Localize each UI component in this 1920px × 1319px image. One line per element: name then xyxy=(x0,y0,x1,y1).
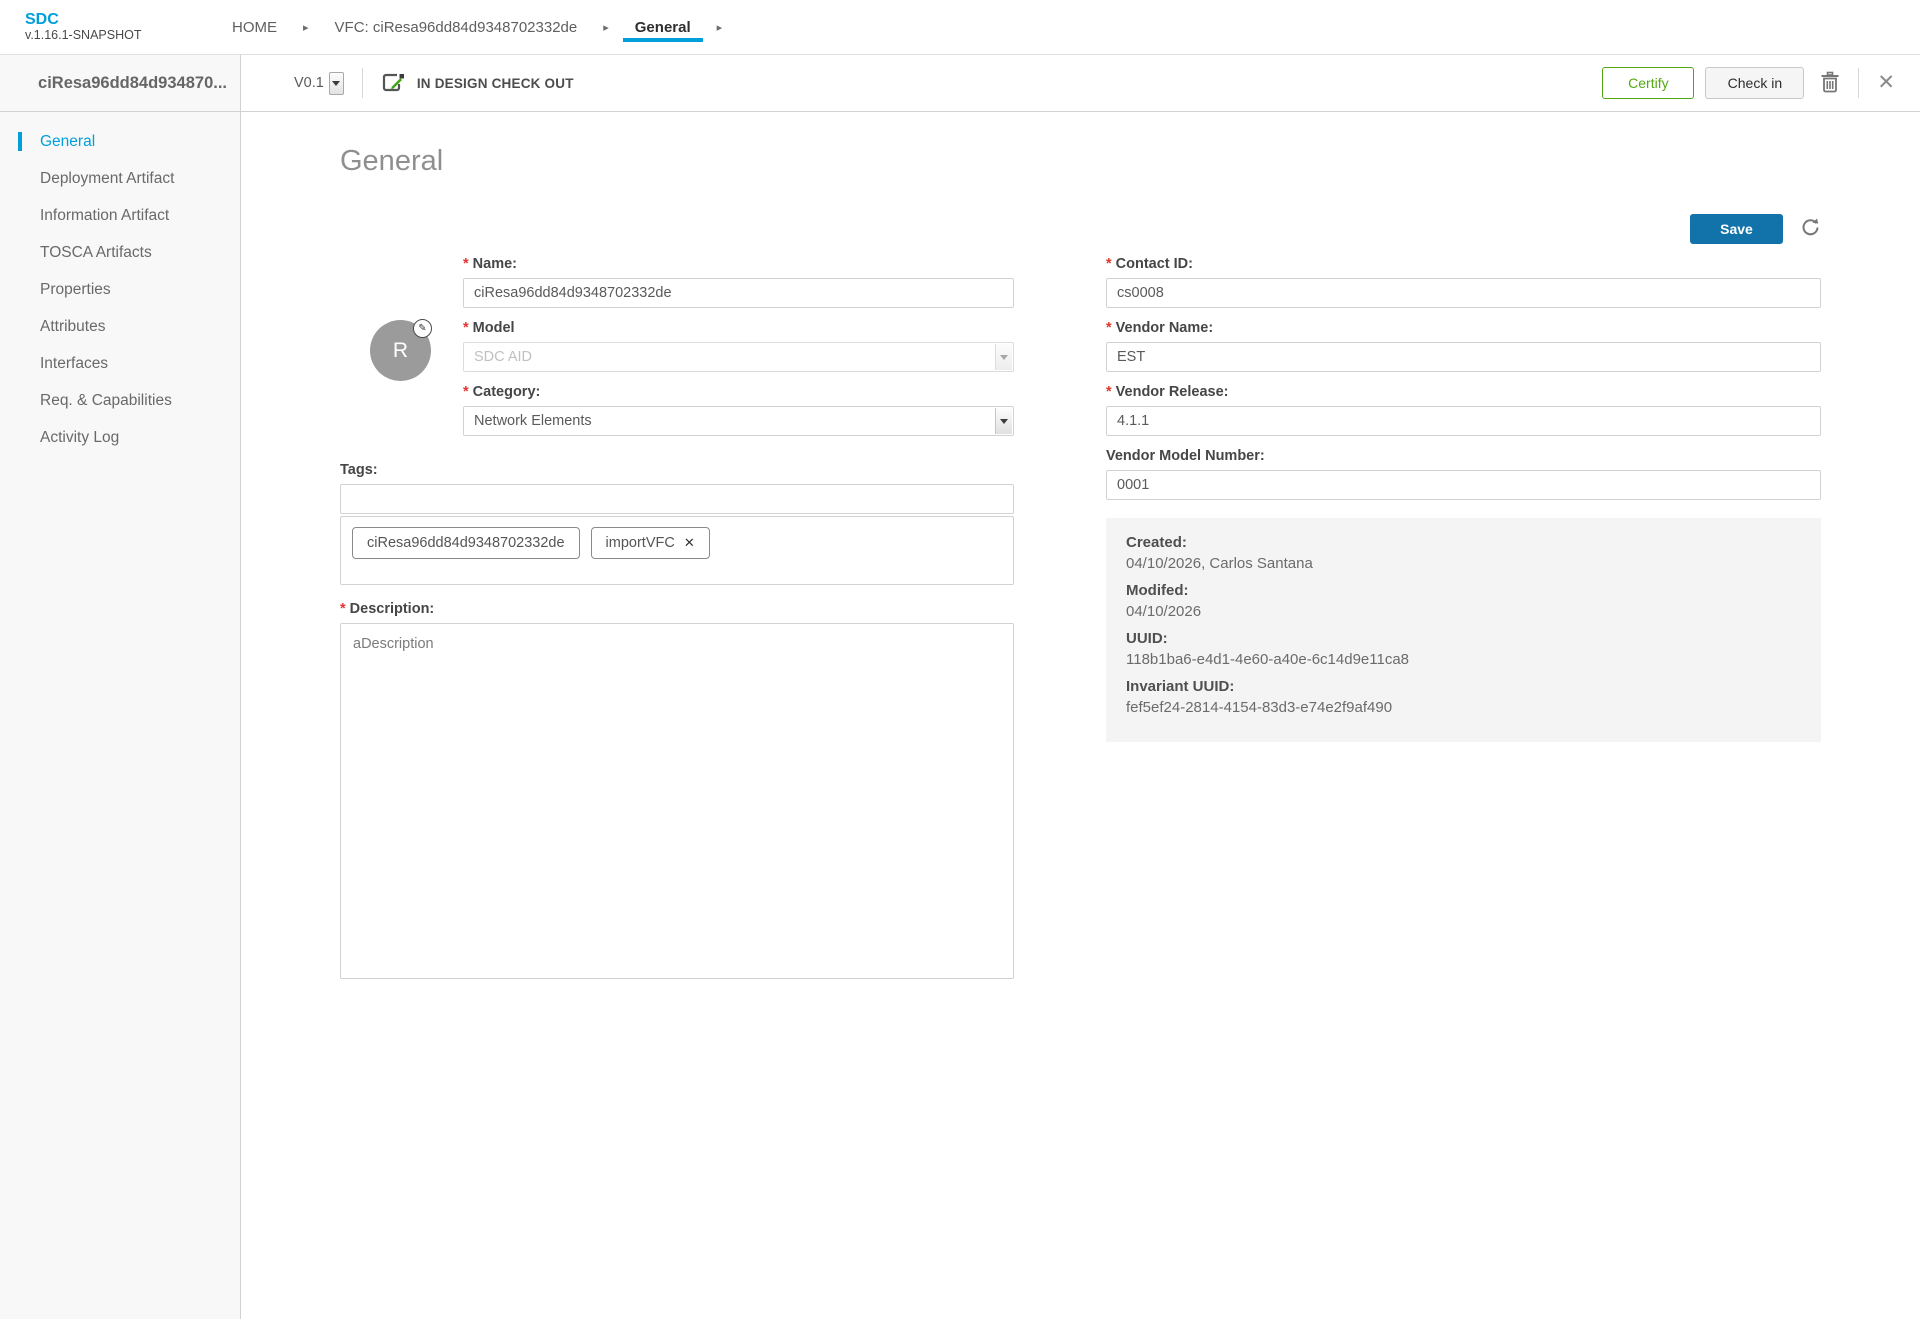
version-dropdown-icon[interactable] xyxy=(329,72,344,95)
page-title: General xyxy=(340,144,1821,178)
top-nav: SDC v.1.16.1-SNAPSHOT HOME ▸ VFC: ciResa… xyxy=(0,0,1920,54)
sdc-logo[interactable]: SDC v.1.16.1-SNAPSHOT xyxy=(0,11,220,43)
vendor-release-input[interactable] xyxy=(1106,406,1821,436)
active-item-bar xyxy=(18,132,22,151)
meta-uuid: UUID: 118b1ba6-e4d1-4e60-a40e-6c14d9e11c… xyxy=(1126,629,1801,670)
workspace-header: ciResa96dd84d934870... V0.1 IN DESIGN CH… xyxy=(0,54,1920,112)
revert-button[interactable] xyxy=(1800,217,1821,241)
sidebar-menu: General Deployment Artifact Information … xyxy=(0,112,241,1319)
avatar-edit-button[interactable]: ✎ xyxy=(413,319,432,338)
toolbar-divider xyxy=(362,68,363,98)
tag-chip-label: ciResa96dd84d9348702332de xyxy=(367,535,565,551)
asset-title: ciResa96dd84d934870... xyxy=(38,74,227,93)
version-select[interactable]: V0.1 xyxy=(294,72,344,95)
tab-general-label: General xyxy=(635,19,691,36)
required-asterisk: * xyxy=(1106,256,1112,272)
app-window: SDC v.1.16.1-SNAPSHOT HOME ▸ VFC: ciResa… xyxy=(0,0,1920,1319)
sidebar-item-general[interactable]: General xyxy=(0,123,240,160)
sdc-version: v.1.16.1-SNAPSHOT xyxy=(25,28,220,43)
avatar-letter: R xyxy=(393,339,408,363)
delete-button[interactable] xyxy=(1820,71,1840,96)
contact-id-label: *Contact ID: xyxy=(1106,254,1821,274)
sdc-logo-text: SDC xyxy=(25,11,220,28)
required-asterisk: * xyxy=(1106,384,1112,400)
tab-home-label: HOME xyxy=(232,19,277,36)
active-tab-underline xyxy=(623,38,703,42)
avatar: R ✎ xyxy=(370,320,431,381)
save-button[interactable]: Save xyxy=(1690,214,1783,244)
meta-invariant-uuid: Invariant UUID: fef5ef24-2814-4154-83d3-… xyxy=(1126,677,1801,718)
sidebar-item-information-artifact[interactable]: Information Artifact xyxy=(0,197,240,234)
category-select[interactable]: Network Elements xyxy=(463,406,1014,436)
tag-chip: ciResa96dd84d9348702332de xyxy=(352,527,580,559)
vendor-name-label: *Vendor Name: xyxy=(1106,318,1821,338)
tab-general[interactable]: General xyxy=(623,0,703,54)
meta-created: Created: 04/10/2026, Carlos Santana xyxy=(1126,533,1801,574)
general-page: General Save xyxy=(241,112,1920,1319)
required-asterisk: * xyxy=(463,256,469,272)
name-input[interactable] xyxy=(463,278,1014,308)
model-label: *Model xyxy=(463,318,1014,338)
model-select: SDC AID xyxy=(463,342,1014,372)
lifecycle-status: IN DESIGN CHECK OUT xyxy=(417,76,574,91)
model-value: SDC AID xyxy=(474,349,532,365)
contact-id-input[interactable] xyxy=(1106,278,1821,308)
required-asterisk: * xyxy=(463,320,469,336)
name-label: *Name: xyxy=(463,254,1014,274)
workspace-toolbar: V0.1 IN DESIGN CHECK OUT Certify Check i… xyxy=(241,55,1920,111)
metadata-box: Created: 04/10/2026, Carlos Santana Modi… xyxy=(1106,518,1821,742)
refresh-icon xyxy=(1800,217,1821,241)
description-textarea[interactable]: aDescription xyxy=(340,623,1014,979)
meta-modified: Modifed: 04/10/2026 xyxy=(1126,581,1801,622)
dropdown-icon xyxy=(995,344,1012,370)
checkin-button[interactable]: Check in xyxy=(1705,67,1804,99)
dropdown-icon[interactable] xyxy=(995,408,1012,434)
tab-vfc[interactable]: VFC: ciResa96dd84d9348702332de xyxy=(323,0,590,54)
sidebar-item-tosca-artifacts[interactable]: TOSCA Artifacts xyxy=(0,234,240,271)
sidebar-item-interfaces[interactable]: Interfaces xyxy=(0,345,240,382)
tags-chip-container: ciResa96dd84d9348702332de importVFC ✕ xyxy=(340,516,1014,585)
certify-button[interactable]: Certify xyxy=(1602,67,1694,99)
vendor-name-input[interactable] xyxy=(1106,342,1821,372)
remove-tag-icon[interactable]: ✕ xyxy=(684,535,695,551)
pencil-icon: ✎ xyxy=(418,323,426,334)
vendor-release-label: *Vendor Release: xyxy=(1106,382,1821,402)
close-button[interactable]: ✕ xyxy=(1877,73,1895,93)
tab-home[interactable]: HOME xyxy=(220,0,289,54)
trash-icon xyxy=(1820,71,1840,96)
required-asterisk: * xyxy=(1106,320,1112,336)
breadcrumb: HOME ▸ VFC: ciResa96dd84d9348702332de ▸ … xyxy=(220,0,736,54)
asset-title-panel: ciResa96dd84d934870... xyxy=(0,55,241,111)
breadcrumb-arrow-icon: ▸ xyxy=(603,21,609,34)
tags-input[interactable] xyxy=(340,484,1014,514)
sidebar-item-properties[interactable]: Properties xyxy=(0,271,240,308)
toolbar-divider xyxy=(1858,68,1859,98)
tag-chip-label: importVFC xyxy=(606,535,675,551)
sidebar-item-attributes[interactable]: Attributes xyxy=(0,308,240,345)
sidebar-item-activity-log[interactable]: Activity Log xyxy=(0,419,240,456)
required-asterisk: * xyxy=(340,601,346,617)
version-label: V0.1 xyxy=(294,75,324,91)
description-label: *Description: xyxy=(340,599,1014,619)
sidebar-item-deployment-artifact[interactable]: Deployment Artifact xyxy=(0,160,240,197)
breadcrumb-arrow-icon: ▸ xyxy=(717,21,723,34)
category-value: Network Elements xyxy=(474,413,592,429)
vendor-model-number-input[interactable] xyxy=(1106,470,1821,500)
tab-vfc-label: VFC: ciResa96dd84d9348702332de xyxy=(335,19,578,36)
tag-chip: importVFC ✕ xyxy=(591,527,710,559)
tags-label: Tags: xyxy=(340,460,1014,480)
breadcrumb-arrow-icon: ▸ xyxy=(303,21,309,34)
close-icon: ✕ xyxy=(1877,73,1895,93)
required-asterisk: * xyxy=(463,384,469,400)
vendor-model-number-label: Vendor Model Number: xyxy=(1106,446,1821,466)
category-label: *Category: xyxy=(463,382,1014,402)
checkout-icon xyxy=(381,71,407,95)
sidebar-item-req-capabilities[interactable]: Req. & Capabilities xyxy=(0,382,240,419)
